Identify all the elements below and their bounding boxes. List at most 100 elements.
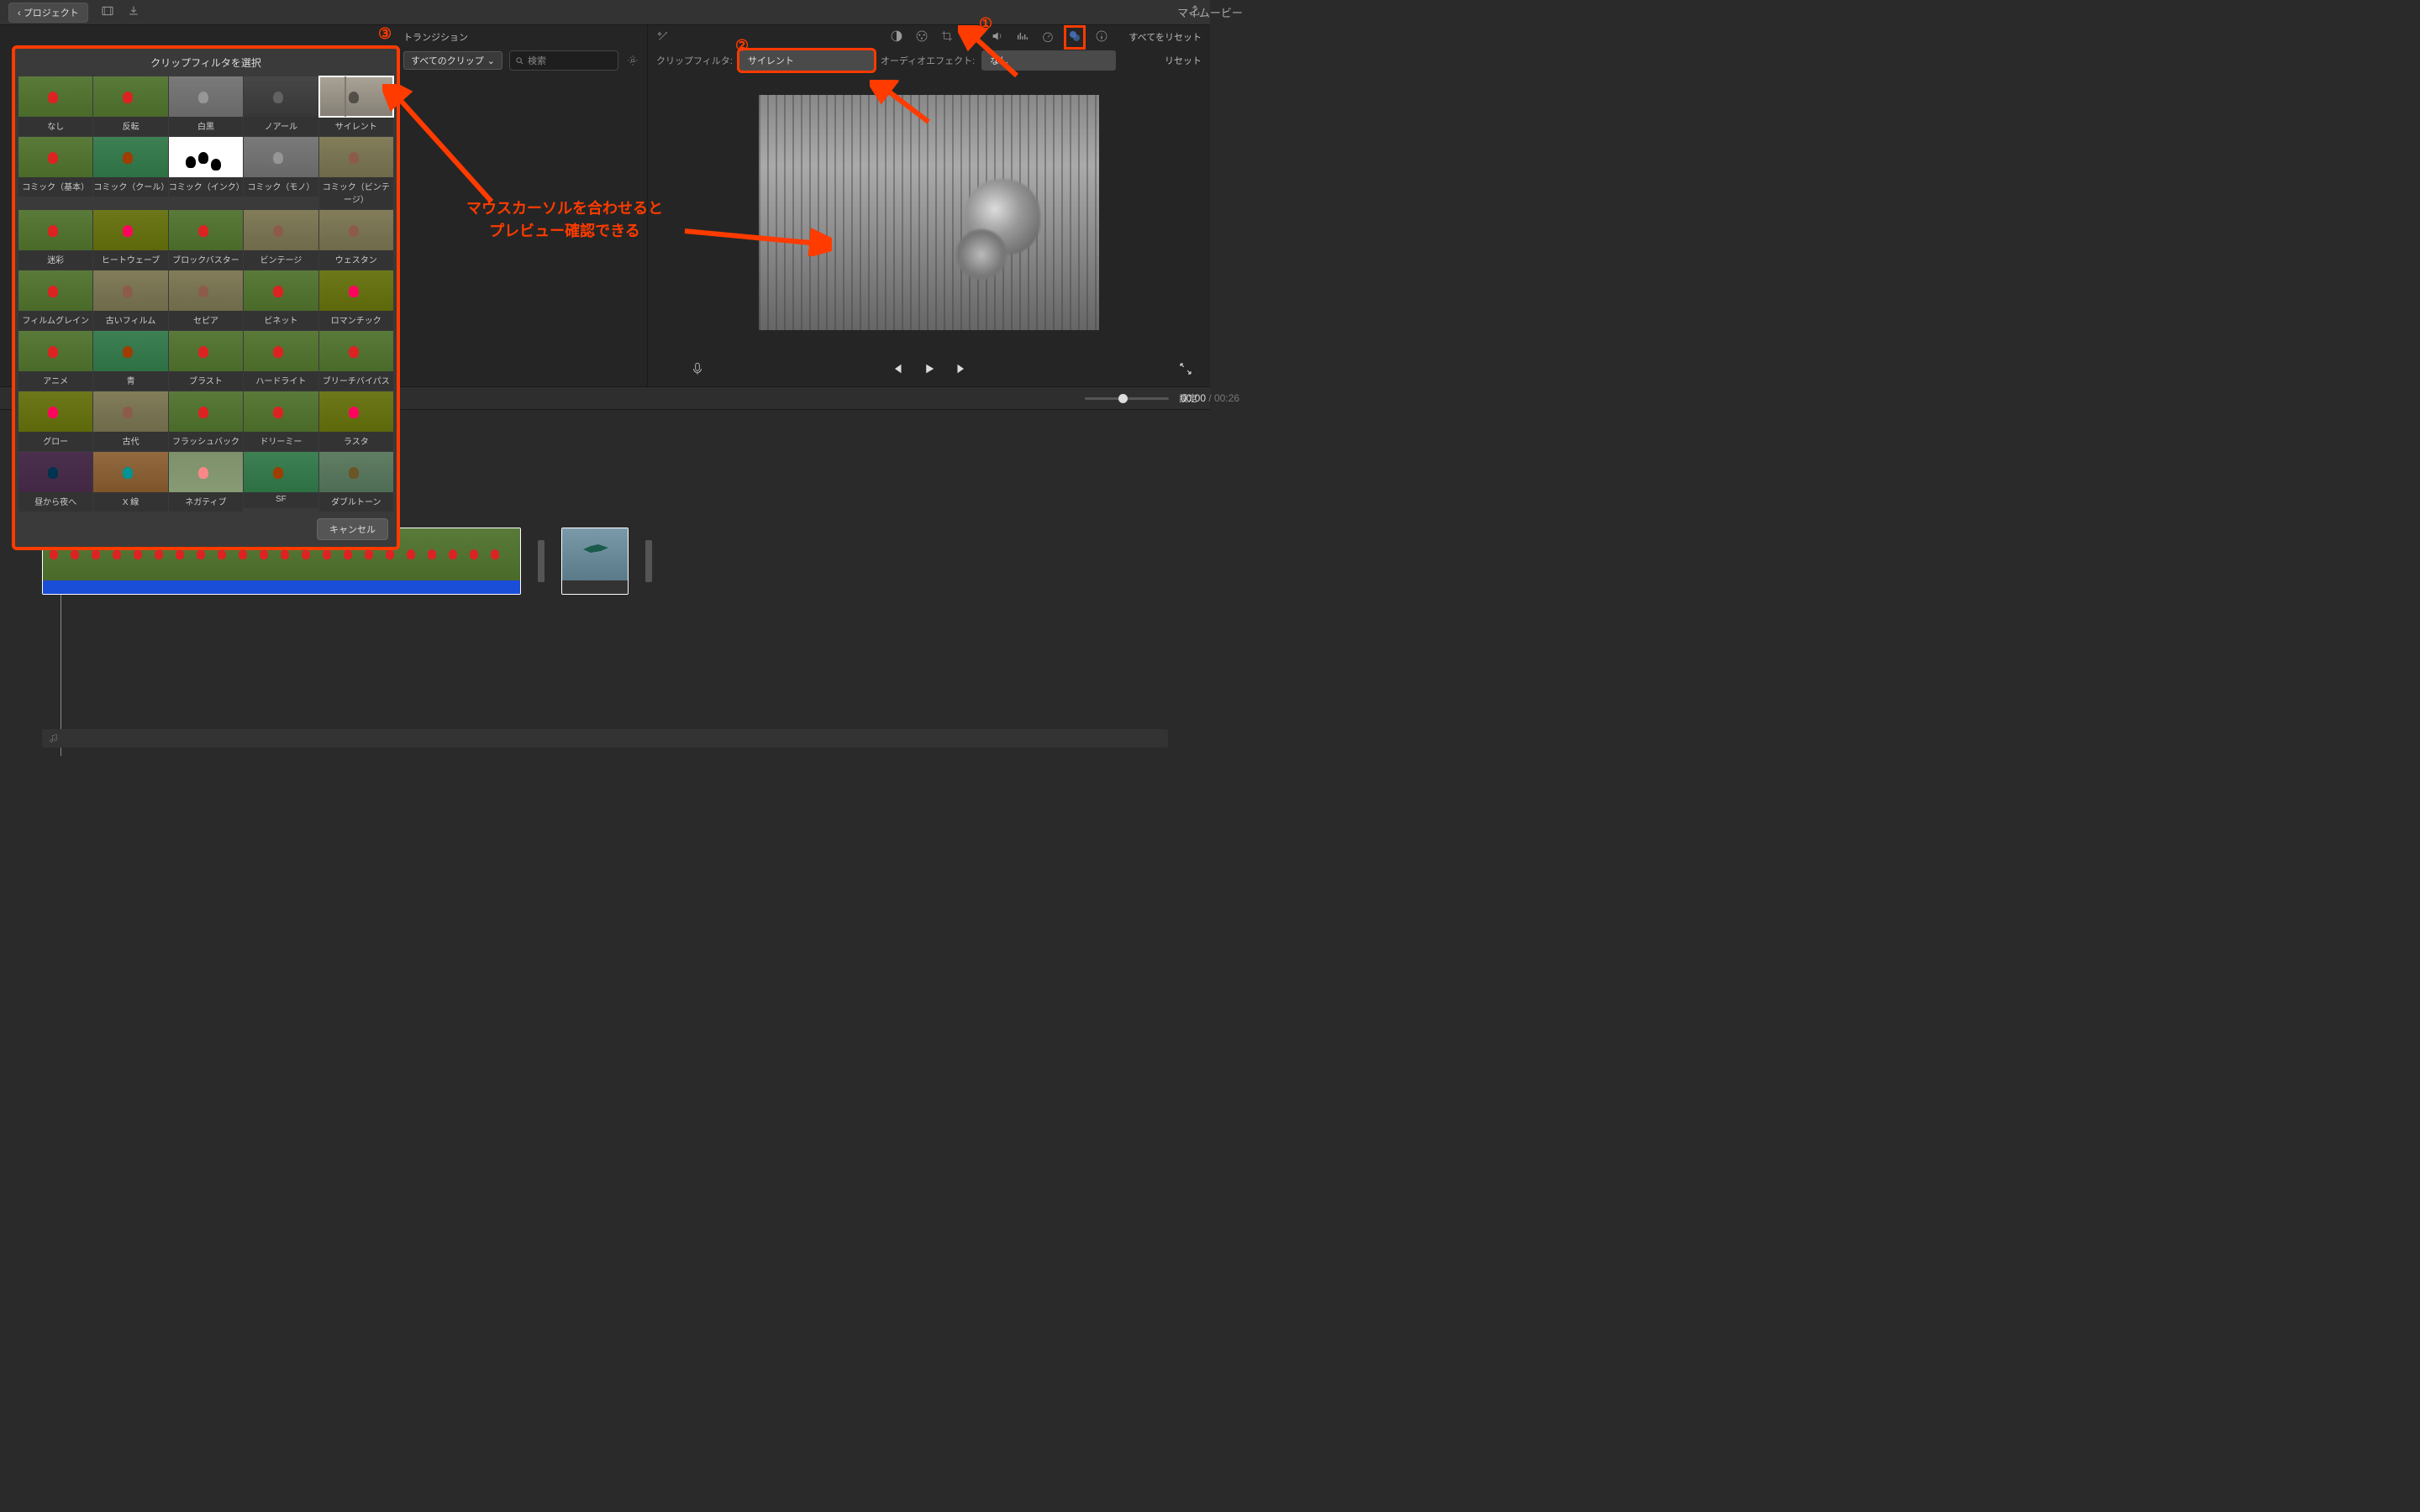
audio-effect-label: オーディオエフェクト: bbox=[881, 54, 975, 67]
zoom-slider[interactable] bbox=[1085, 397, 1169, 400]
filter-option[interactable]: ビンテージ bbox=[244, 210, 318, 270]
filter-option[interactable]: ウェスタン bbox=[319, 210, 393, 270]
filter-name: コミック（クール） bbox=[93, 177, 167, 197]
clip-handle[interactable] bbox=[538, 540, 544, 582]
filter-option[interactable]: なし bbox=[18, 76, 92, 136]
magic-wand-icon[interactable] bbox=[656, 29, 670, 45]
filter-name: 昼から夜へ bbox=[18, 492, 92, 512]
filter-option[interactable]: ネガティブ bbox=[169, 452, 243, 512]
filter-name: なし bbox=[18, 117, 92, 136]
filter-name: コミック（基本） bbox=[18, 177, 92, 197]
filter-option[interactable]: ビネット bbox=[244, 270, 318, 330]
prev-button[interactable] bbox=[890, 361, 905, 379]
adjust-toolbar: すべてをリセット bbox=[648, 25, 1210, 49]
filter-name: ネガティブ bbox=[169, 492, 243, 512]
filter-option[interactable]: 青 bbox=[93, 331, 167, 391]
filter-option[interactable]: 反転 bbox=[93, 76, 167, 136]
filter-option[interactable]: フィルムグレイン bbox=[18, 270, 92, 330]
filter-name: ブリーチバイパス bbox=[319, 371, 393, 391]
chevron-icon: ⌄ bbox=[487, 55, 495, 66]
filter-name: フィルムグレイン bbox=[18, 311, 92, 330]
clips-dropdown[interactable]: すべてのクリップ ⌄ bbox=[403, 51, 502, 70]
play-button[interactable] bbox=[922, 361, 937, 379]
mic-icon[interactable] bbox=[690, 361, 705, 379]
filter-option[interactable]: ロマンチック bbox=[319, 270, 393, 330]
import-icon[interactable] bbox=[127, 4, 140, 20]
next-button[interactable] bbox=[954, 361, 969, 379]
filter-option[interactable]: グロー bbox=[18, 391, 92, 451]
clip-filter-label: クリップフィルタ: bbox=[656, 54, 733, 67]
reset-all-button[interactable]: すべてをリセット bbox=[1128, 30, 1202, 44]
audio-effect-value[interactable]: なし bbox=[981, 50, 1116, 71]
filter-option[interactable]: アニメ bbox=[18, 331, 92, 391]
filter-name: 青 bbox=[93, 371, 167, 391]
filter-name: 古代 bbox=[93, 432, 167, 451]
filter-name: フラッシュバック bbox=[169, 432, 243, 451]
current-time: 00:00 bbox=[1181, 392, 1206, 404]
clip-handle[interactable] bbox=[645, 540, 652, 582]
volume-icon[interactable] bbox=[991, 29, 1004, 45]
filter-option[interactable]: コミック（クール） bbox=[93, 137, 167, 209]
filter-option[interactable]: コミック（ビンテージ） bbox=[319, 137, 393, 209]
filter-option[interactable]: コミック（基本） bbox=[18, 137, 92, 209]
filter-name: 迷彩 bbox=[18, 250, 92, 270]
filter-option[interactable]: 昼から夜へ bbox=[18, 452, 92, 512]
equalizer-icon[interactable] bbox=[1016, 29, 1029, 45]
duration: 00:26 bbox=[1214, 392, 1239, 404]
fullscreen-icon[interactable] bbox=[1178, 361, 1193, 379]
filter-option[interactable]: コミック（モノ） bbox=[244, 137, 318, 209]
popup-title: クリップフィルタを選択 bbox=[15, 49, 397, 76]
filter-name: ヒートウェーブ bbox=[93, 250, 167, 270]
filter-option[interactable]: ヒートウェーブ bbox=[93, 210, 167, 270]
filter-option[interactable]: ダブルトーン bbox=[319, 452, 393, 512]
gear-icon[interactable] bbox=[625, 53, 640, 68]
filter-option[interactable]: ブラスト bbox=[169, 331, 243, 391]
playback-controls bbox=[648, 353, 1210, 386]
clip-filter-value[interactable]: サイレント bbox=[739, 50, 874, 71]
back-button[interactable]: ‹ プロジェクト bbox=[8, 3, 88, 23]
media-icon[interactable] bbox=[101, 4, 114, 20]
search-input[interactable]: 検索 bbox=[509, 50, 618, 71]
filter-option[interactable]: セピア bbox=[169, 270, 243, 330]
filter-option[interactable]: ハードライト bbox=[244, 331, 318, 391]
speed-icon[interactable] bbox=[1041, 29, 1055, 45]
filter-option[interactable]: 迷彩 bbox=[18, 210, 92, 270]
filter-option[interactable]: サイレント bbox=[319, 76, 393, 136]
filter-option[interactable]: 白黒 bbox=[169, 76, 243, 136]
filter-name: サイレント bbox=[319, 117, 393, 136]
filter-option[interactable]: コミック（インク） bbox=[169, 137, 243, 209]
crop-icon[interactable] bbox=[940, 29, 954, 45]
color-icon[interactable] bbox=[915, 29, 929, 45]
filter-name: ビネット bbox=[244, 311, 318, 330]
filter-option[interactable]: ラスタ bbox=[319, 391, 393, 451]
top-toolbar: ‹ プロジェクト マイムービー bbox=[0, 0, 1210, 25]
contrast-icon[interactable] bbox=[890, 29, 903, 45]
reset-button[interactable]: リセット bbox=[1165, 54, 1202, 67]
filter-name: コミック（インク） bbox=[169, 177, 243, 197]
search-icon bbox=[515, 56, 524, 66]
music-track[interactable] bbox=[42, 729, 1168, 748]
filter-option[interactable]: ブロックバスター bbox=[169, 210, 243, 270]
filter-option[interactable]: 古代 bbox=[93, 391, 167, 451]
filter-option[interactable]: フラッシュバック bbox=[169, 391, 243, 451]
filter-name: SF bbox=[244, 492, 318, 508]
filter-option[interactable]: SF bbox=[244, 452, 318, 512]
filter-name: ブロックバスター bbox=[169, 250, 243, 270]
filter-option[interactable]: 古いフィルム bbox=[93, 270, 167, 330]
info-icon[interactable] bbox=[1095, 29, 1108, 45]
filter-name: 白黒 bbox=[169, 117, 243, 136]
filter-option[interactable]: ブリーチバイパス bbox=[319, 331, 393, 391]
tab-transition[interactable]: トランジション bbox=[403, 30, 468, 44]
preview-canvas bbox=[759, 95, 1099, 330]
clip-filter-icon[interactable] bbox=[1066, 28, 1083, 47]
cancel-button[interactable]: キャンセル bbox=[317, 518, 388, 540]
stabilize-icon[interactable] bbox=[965, 29, 979, 45]
filter-name: X 線 bbox=[93, 492, 167, 512]
filter-name: ドリーミー bbox=[244, 432, 318, 451]
filter-settings-row: クリップフィルタ: サイレント オーディオエフェクト: なし リセット bbox=[648, 49, 1210, 72]
project-title: マイムービー bbox=[1177, 4, 1243, 20]
filter-option[interactable]: X 線 bbox=[93, 452, 167, 512]
timeline-clip[interactable] bbox=[561, 528, 629, 595]
filter-option[interactable]: ノアール bbox=[244, 76, 318, 136]
filter-option[interactable]: ドリーミー bbox=[244, 391, 318, 451]
